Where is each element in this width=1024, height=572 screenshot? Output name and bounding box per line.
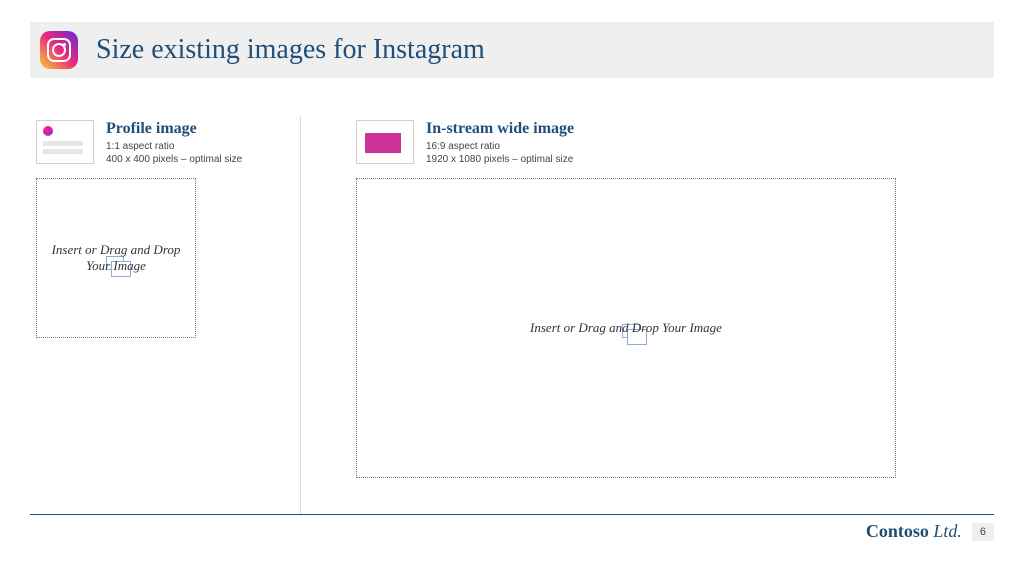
profile-heading: Profile image bbox=[106, 120, 242, 138]
company-bold: Contoso bbox=[866, 521, 929, 541]
slide-title: Size existing images for Instagram bbox=[96, 34, 485, 66]
profile-drop-text: Insert or Drag and Drop Your Image bbox=[37, 242, 195, 274]
wide-dropzone[interactable]: Insert or Drag and Drop Your Image bbox=[356, 178, 896, 478]
wide-size: 1920 x 1080 pixels – optimal size bbox=[426, 153, 574, 166]
instagram-icon bbox=[40, 31, 78, 69]
profile-size: 400 x 400 pixels – optimal size bbox=[106, 153, 242, 166]
column-wide: In-stream wide image 16:9 aspect ratio 1… bbox=[356, 120, 988, 478]
company-name: Contoso Ltd. bbox=[866, 521, 962, 542]
wide-spec: In-stream wide image 16:9 aspect ratio 1… bbox=[356, 120, 988, 166]
wide-heading: In-stream wide image bbox=[426, 120, 574, 138]
wide-drop-text: Insert or Drag and Drop Your Image bbox=[530, 320, 722, 336]
page-number: 6 bbox=[972, 523, 994, 541]
wide-spec-text: In-stream wide image 16:9 aspect ratio 1… bbox=[426, 120, 574, 166]
wide-thumbnail-icon bbox=[356, 120, 414, 164]
profile-dropzone[interactable]: Insert or Drag and Drop Your Image bbox=[36, 178, 196, 338]
profile-spec-text: Profile image 1:1 aspect ratio 400 x 400… bbox=[106, 120, 242, 166]
title-bar: Size existing images for Instagram bbox=[30, 22, 994, 78]
column-profile: Profile image 1:1 aspect ratio 400 x 400… bbox=[36, 120, 296, 478]
slide: Size existing images for Instagram Profi… bbox=[0, 0, 1024, 572]
profile-ratio: 1:1 aspect ratio bbox=[106, 140, 242, 153]
footer: Contoso Ltd. 6 bbox=[30, 514, 994, 542]
content-area: Profile image 1:1 aspect ratio 400 x 400… bbox=[36, 120, 988, 478]
profile-spec: Profile image 1:1 aspect ratio 400 x 400… bbox=[36, 120, 296, 166]
wide-ratio: 16:9 aspect ratio bbox=[426, 140, 574, 153]
profile-thumbnail-icon bbox=[36, 120, 94, 164]
company-rest: Ltd. bbox=[929, 521, 962, 541]
